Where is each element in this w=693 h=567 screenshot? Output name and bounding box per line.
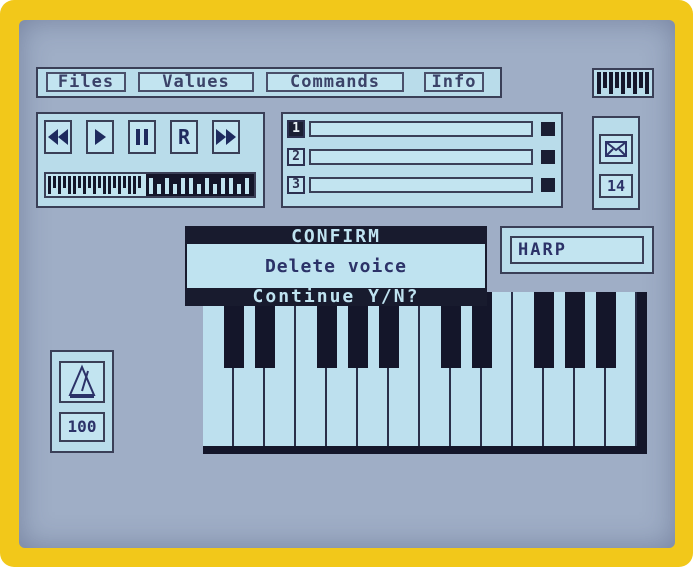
- keyboard-icon[interactable]: [592, 68, 654, 98]
- tempo-value[interactable]: 100: [59, 412, 105, 442]
- track-bar[interactable]: [309, 149, 533, 165]
- voice-panel: HARP: [500, 226, 654, 274]
- play-button[interactable]: [86, 120, 114, 154]
- menu-values[interactable]: Values: [138, 72, 254, 92]
- fast-forward-button[interactable]: [212, 120, 240, 154]
- metronome-icon: [68, 364, 96, 398]
- menu-bar: Files Values Commands Info: [36, 67, 502, 98]
- envelope-button[interactable]: [599, 134, 633, 164]
- tracks-panel: 1 2 3: [281, 112, 563, 208]
- black-key[interactable]: [565, 292, 585, 368]
- rewind-button[interactable]: [44, 120, 72, 154]
- fast-forward-icon: [216, 129, 236, 145]
- voice-name-field[interactable]: HARP: [510, 236, 644, 264]
- play-icon: [95, 129, 106, 145]
- envelope-value[interactable]: 14: [599, 174, 633, 198]
- track-end-marker[interactable]: [541, 122, 555, 136]
- transport-keyboard-strip: [44, 172, 256, 198]
- dialog-title: CONFIRM: [187, 228, 485, 246]
- dialog-prompt[interactable]: Continue Y/N?: [187, 288, 485, 306]
- piano-keyboard[interactable]: [203, 292, 647, 454]
- envelope-icon: [605, 141, 627, 157]
- pause-button[interactable]: [128, 120, 156, 154]
- metronome-button[interactable]: [59, 361, 105, 403]
- record-button[interactable]: R: [170, 120, 198, 154]
- track-bar[interactable]: [309, 177, 533, 193]
- pause-icon: [136, 129, 148, 145]
- black-key[interactable]: [596, 292, 616, 368]
- screen: Files Values Commands Info R 1 2 3 14 HA…: [19, 20, 675, 548]
- black-key[interactable]: [534, 292, 554, 368]
- track-row-3[interactable]: 3: [287, 176, 559, 196]
- transport-panel: R: [36, 112, 265, 208]
- rewind-icon: [48, 129, 68, 145]
- metronome-panel: 100: [50, 350, 114, 453]
- menu-commands[interactable]: Commands: [266, 72, 404, 92]
- track-row-1[interactable]: 1: [287, 120, 559, 140]
- envelope-panel: 14: [592, 116, 640, 210]
- dialog-message: Delete voice: [264, 256, 408, 277]
- menu-files[interactable]: Files: [46, 72, 126, 92]
- confirm-dialog: CONFIRM Delete voice Continue Y/N?: [185, 226, 487, 306]
- menu-info[interactable]: Info: [424, 72, 484, 92]
- track-number[interactable]: 3: [287, 176, 305, 194]
- track-number[interactable]: 1: [287, 120, 305, 138]
- track-end-marker[interactable]: [541, 150, 555, 164]
- track-row-2[interactable]: 2: [287, 148, 559, 168]
- track-bar[interactable]: [309, 121, 533, 137]
- track-end-marker[interactable]: [541, 178, 555, 192]
- track-number[interactable]: 2: [287, 148, 305, 166]
